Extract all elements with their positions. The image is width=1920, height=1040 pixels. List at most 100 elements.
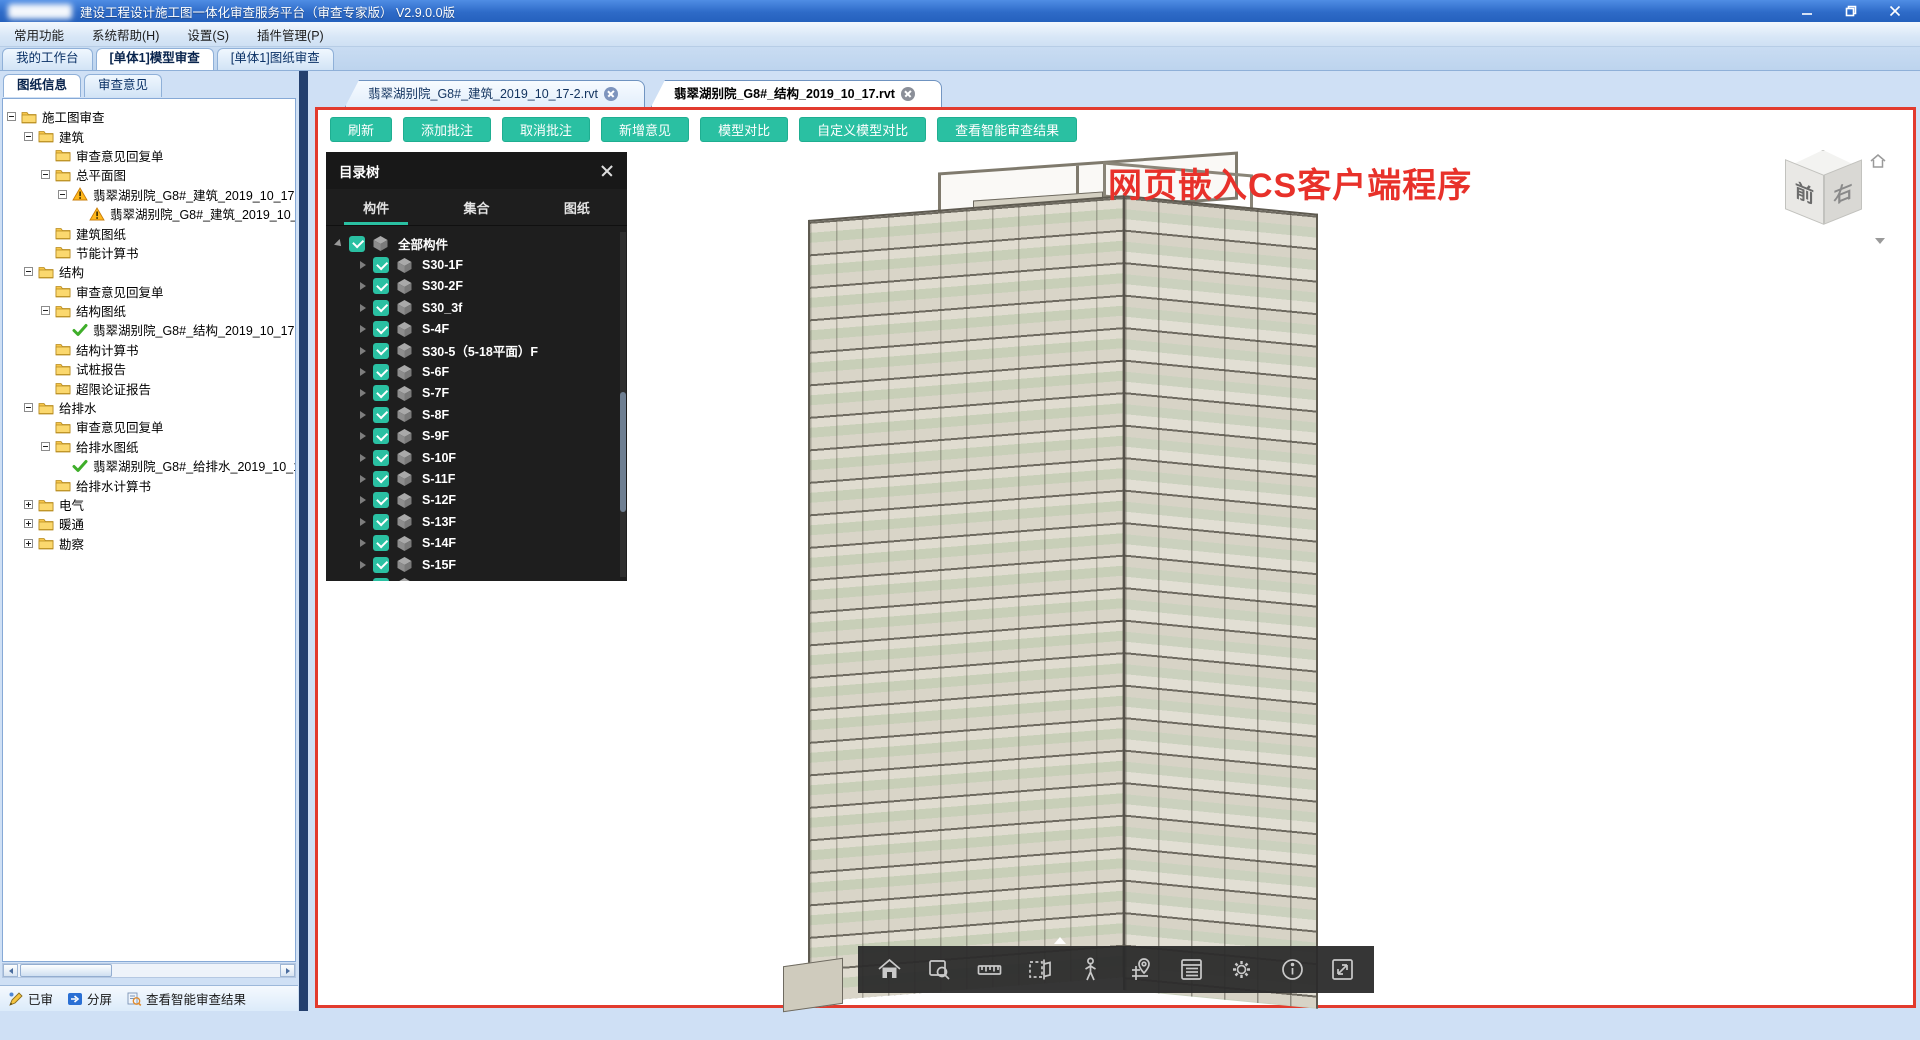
status-item[interactable]: 查看智能审查结果 (126, 989, 246, 1008)
catalog-tab[interactable]: 构件 (326, 189, 426, 225)
collapsed-arrow-icon[interactable] (360, 282, 366, 290)
component-item[interactable]: S-15F (326, 554, 627, 575)
toolbar-button[interactable]: 添加批注 (403, 117, 491, 142)
gear-icon[interactable] (1228, 956, 1255, 983)
collapsed-arrow-icon[interactable] (360, 475, 366, 483)
tree-item[interactable]: 审查意见回复单 (3, 282, 295, 301)
component-checkbox[interactable] (373, 385, 389, 401)
tree-item[interactable]: 建筑 (3, 126, 295, 145)
component-item[interactable]: S30-2F (326, 276, 627, 297)
walk-icon[interactable] (1077, 956, 1104, 983)
component-checkbox[interactable] (373, 321, 389, 337)
building-model[interactable] (773, 162, 1373, 1022)
expanded-arrow-icon[interactable] (334, 239, 344, 249)
navigation-cube[interactable]: 前 右 (1777, 150, 1887, 260)
collapsed-arrow-icon[interactable] (360, 411, 366, 419)
menu-item[interactable]: 设置(S) (173, 22, 243, 47)
component-checkbox[interactable] (373, 535, 389, 551)
properties-list-icon[interactable] (1178, 956, 1205, 983)
component-checkbox[interactable] (373, 428, 389, 444)
tree-item[interactable]: 翡翠湖别院_G8#_结构_2019_10_17. r (3, 320, 295, 339)
tree-item[interactable]: 结构计算书 (3, 340, 295, 359)
tree-item[interactable]: 结构图纸 (3, 301, 295, 320)
collapsed-arrow-icon[interactable] (360, 325, 366, 333)
menu-item[interactable]: 系统帮助(H) (78, 22, 173, 47)
component-item[interactable]: 全部构件 (326, 233, 627, 254)
tree-item[interactable]: 翡翠湖别院_G8#_建筑_2019_10_17. r (3, 185, 295, 204)
expand-icon[interactable] (24, 519, 33, 528)
tree-item[interactable]: 节能计算书 (3, 243, 295, 262)
component-checkbox[interactable] (373, 514, 389, 530)
component-checkbox[interactable] (373, 300, 389, 316)
collapsed-arrow-icon[interactable] (360, 432, 366, 440)
close-icon[interactable] (600, 164, 614, 178)
close-tab-icon[interactable] (604, 87, 618, 101)
component-checkbox[interactable] (349, 236, 365, 252)
tree-item[interactable]: 结构 (3, 262, 295, 281)
cube-menu-dropdown-icon[interactable] (1875, 238, 1885, 244)
tree-item[interactable]: 翡翠湖别院_G8#_给排水_2019_10_17 (3, 456, 295, 475)
menu-item[interactable]: 插件管理(P) (243, 22, 338, 47)
component-item[interactable]: S-9F (326, 426, 627, 447)
component-item[interactable]: S-12F (326, 490, 627, 511)
tree-item[interactable]: 给排水图纸 (3, 437, 295, 456)
status-item[interactable]: 分屏 (67, 989, 112, 1008)
panel-splitter-scrollbar[interactable] (299, 71, 308, 1011)
component-checkbox[interactable] (373, 343, 389, 359)
section-icon[interactable] (1027, 956, 1054, 983)
tree-item[interactable]: 给排水计算书 (3, 475, 295, 494)
collapse-icon[interactable] (41, 170, 50, 179)
info-icon[interactable] (1279, 956, 1306, 983)
status-item[interactable]: 已审 (8, 989, 53, 1008)
zoom-area-icon[interactable] (926, 956, 953, 983)
component-item[interactable]: S-7F (326, 383, 627, 404)
component-item[interactable]: S-4F (326, 319, 627, 340)
tree-item[interactable]: 勘察 (3, 534, 295, 553)
close-button[interactable] (1880, 2, 1910, 20)
main-tab[interactable]: [单体1]模型审查 (96, 48, 214, 70)
collapse-icon[interactable] (41, 306, 50, 315)
scroll-right-button[interactable] (280, 964, 295, 977)
map-pin-icon[interactable] (1128, 956, 1155, 983)
main-tab[interactable]: [单体1]图纸审查 (217, 48, 334, 70)
expand-icon[interactable] (24, 500, 33, 509)
component-item[interactable]: S-16F (326, 575, 627, 581)
catalog-scrollbar[interactable] (620, 232, 626, 577)
main-tab[interactable]: 我的工作台 (2, 48, 93, 70)
tree-item[interactable]: 审查意见回复单 (3, 417, 295, 436)
document-tab[interactable]: 翡翠湖别院_G8#_建筑_2019_10_17-2.rvt (345, 80, 645, 107)
component-item[interactable]: S30_3f (326, 297, 627, 318)
toolbar-button[interactable]: 刷新 (330, 117, 392, 142)
collapsed-arrow-icon[interactable] (360, 347, 366, 355)
home-view-icon[interactable] (1869, 152, 1887, 170)
component-checkbox[interactable] (373, 492, 389, 508)
tree-item[interactable]: 审查意见回复单 (3, 146, 295, 165)
scroll-left-button[interactable] (3, 964, 18, 977)
left-panel-tab[interactable]: 图纸信息 (3, 74, 81, 97)
tree-item[interactable]: 翡翠湖别院_G8#_建筑_2019_10_1 (3, 204, 295, 223)
toolbar-button[interactable]: 新增意见 (601, 117, 689, 142)
menu-item[interactable]: 常用功能 (0, 22, 78, 47)
collapsed-arrow-icon[interactable] (360, 496, 366, 504)
collapse-icon[interactable] (24, 267, 33, 276)
tree-item[interactable]: 给排水 (3, 398, 295, 417)
component-item[interactable]: S-8F (326, 404, 627, 425)
left-panel-tab[interactable]: 审查意见 (84, 74, 162, 97)
component-checkbox[interactable] (373, 450, 389, 466)
scrollbar-track[interactable] (18, 964, 280, 977)
component-checkbox[interactable] (373, 471, 389, 487)
collapse-icon[interactable] (24, 132, 33, 141)
component-item[interactable]: S-10F (326, 447, 627, 468)
component-item[interactable]: S-6F (326, 361, 627, 382)
component-item[interactable]: S-14F (326, 532, 627, 553)
close-tab-icon[interactable] (901, 87, 915, 101)
tree-item[interactable]: 电气 (3, 495, 295, 514)
toolbar-button[interactable]: 查看智能审查结果 (937, 117, 1077, 142)
component-item[interactable]: S30-1F (326, 254, 627, 275)
collapsed-arrow-icon[interactable] (360, 304, 366, 312)
tree-item[interactable]: 暖通 (3, 514, 295, 533)
collapsed-arrow-icon[interactable] (360, 518, 366, 526)
collapse-icon[interactable] (7, 112, 16, 121)
component-item[interactable]: S-11F (326, 468, 627, 489)
tree-item[interactable]: 施工图审查 (3, 107, 295, 126)
